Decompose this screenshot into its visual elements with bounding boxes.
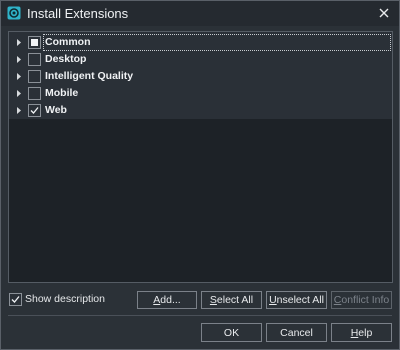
window-title: Install Extensions	[27, 6, 129, 21]
button-label: OK	[223, 326, 240, 339]
button-label: nselect All	[276, 294, 324, 306]
expand-arrow-icon[interactable]	[15, 38, 23, 47]
divider	[8, 315, 392, 316]
checkbox-mobile[interactable]	[28, 87, 41, 100]
add-button[interactable]: Add...	[137, 291, 197, 309]
tree-item-web[interactable]: Web	[9, 102, 392, 119]
app-logo-icon	[7, 6, 21, 20]
partial-check-mark	[31, 39, 38, 46]
button-label: elect All	[216, 294, 254, 306]
tree-item-label: Intelligent Quality	[45, 70, 134, 82]
expand-arrow-icon[interactable]	[15, 89, 23, 98]
checkbox-intelligent-quality[interactable]	[28, 70, 41, 83]
help-button[interactable]: Help	[331, 323, 392, 342]
show-description-label: Show description	[25, 293, 105, 305]
mnemonic: C	[333, 294, 342, 306]
close-icon	[379, 8, 389, 18]
button-label: elp	[358, 326, 373, 339]
extensions-list: Common Desktop Intelligent Quality Mobil…	[9, 32, 392, 119]
extensions-tree[interactable]: Common Desktop Intelligent Quality Mobil…	[8, 31, 393, 283]
tree-item-focus: Desktop	[43, 51, 391, 68]
title-bar: Install Extensions	[1, 1, 399, 26]
checkbox-web[interactable]	[28, 104, 41, 117]
tree-item-focus: Intelligent Quality	[43, 68, 391, 85]
mnemonic: S	[209, 294, 217, 306]
show-description-checkbox[interactable]	[9, 293, 22, 306]
tree-item-label: Web	[45, 104, 67, 116]
tree-item-intelligent-quality[interactable]: Intelligent Quality	[9, 68, 392, 85]
button-label: onflict Info	[341, 294, 390, 306]
check-mark-icon	[11, 296, 20, 303]
mnemonic: A	[153, 294, 161, 306]
tree-item-label: Desktop	[45, 53, 87, 65]
tree-item-focus: Common	[43, 34, 391, 51]
tree-item-label: Mobile	[45, 87, 79, 99]
tree-item-label: Common	[45, 36, 91, 48]
select-all-button[interactable]: Select All	[201, 291, 262, 309]
mnemonic: H	[350, 326, 359, 339]
check-mark-icon	[30, 107, 39, 114]
install-extensions-dialog: Install Extensions Common Desktop Intell…	[0, 0, 400, 350]
mnemonic: U	[269, 294, 277, 306]
button-label: dd...	[160, 294, 181, 306]
tree-item-focus: Mobile	[43, 85, 391, 102]
expand-arrow-icon[interactable]	[15, 55, 23, 64]
ok-button[interactable]: OK	[201, 323, 262, 342]
tree-item-common[interactable]: Common	[9, 34, 392, 51]
close-button[interactable]	[373, 3, 395, 23]
checkbox-common[interactable]	[28, 36, 41, 49]
tree-item-focus: Web	[43, 102, 391, 119]
tree-item-desktop[interactable]: Desktop	[9, 51, 392, 68]
tree-item-mobile[interactable]: Mobile	[9, 85, 392, 102]
expand-arrow-icon[interactable]	[15, 72, 23, 81]
unselect-all-button[interactable]: Unselect All	[266, 291, 327, 309]
expand-arrow-icon[interactable]	[15, 106, 23, 115]
conflict-info-button[interactable]: Conflict Info	[331, 291, 392, 309]
checkbox-desktop[interactable]	[28, 53, 41, 66]
cancel-button[interactable]: Cancel	[266, 323, 327, 342]
button-label: Cancel	[280, 326, 313, 339]
